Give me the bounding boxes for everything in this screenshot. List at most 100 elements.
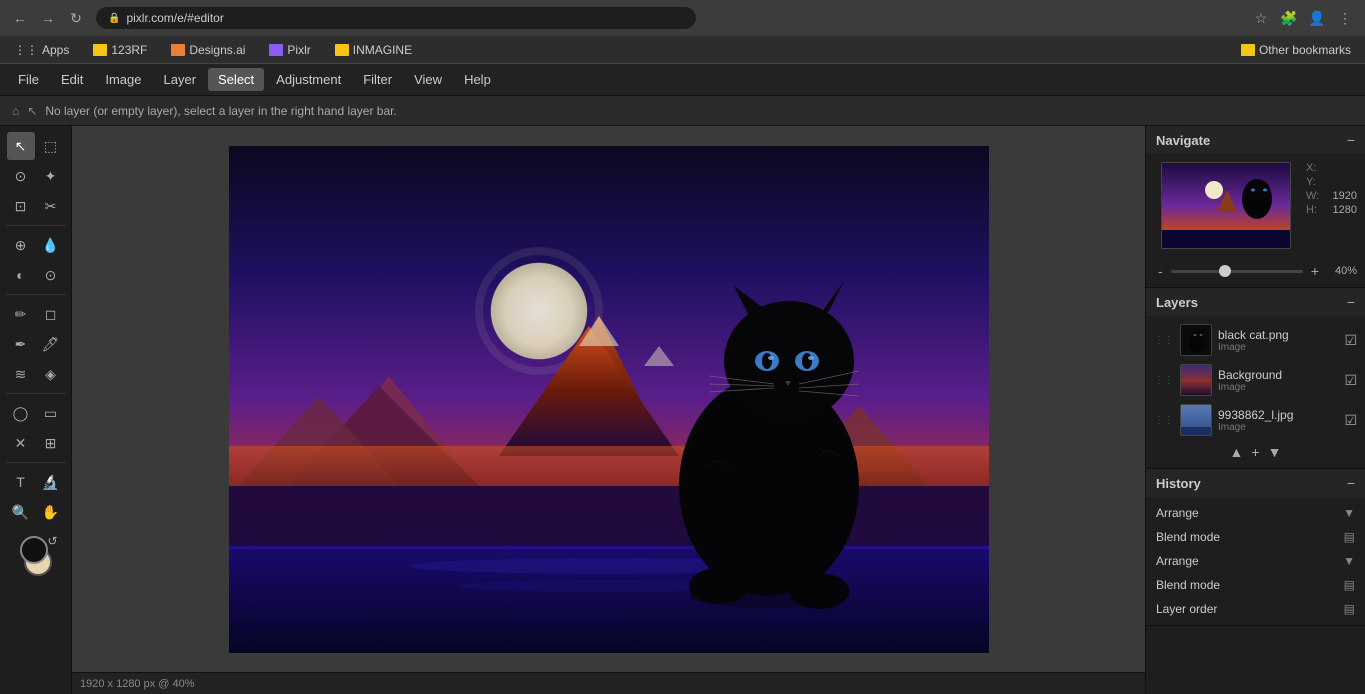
- history-label-layer-order: Layer order: [1156, 602, 1217, 616]
- color-reset-icon[interactable]: ↺: [47, 534, 57, 578]
- navigate-thumbnail: [1161, 162, 1291, 249]
- history-item-blend-mode-2[interactable]: Blend mode ▤: [1146, 573, 1365, 597]
- history-collapse-button[interactable]: −: [1347, 475, 1355, 491]
- bookmark-apps[interactable]: ⋮⋮ Apps: [8, 41, 75, 59]
- history-item-layer-order[interactable]: Layer order ▤: [1146, 597, 1365, 621]
- apps-icon: ⋮⋮: [14, 43, 38, 57]
- move-layer-up-button[interactable]: ▲: [1230, 444, 1244, 460]
- menu-filter[interactable]: Filter: [353, 68, 402, 91]
- menu-select[interactable]: Select: [208, 68, 264, 91]
- shape-tool[interactable]: ◯: [7, 399, 35, 427]
- history-blend-icon-2: ▤: [1344, 578, 1355, 592]
- back-button[interactable]: ←: [8, 6, 32, 30]
- menu-image[interactable]: Image: [95, 68, 151, 91]
- move-layer-down-button[interactable]: ▼: [1268, 444, 1282, 460]
- menu-file[interactable]: File: [8, 68, 49, 91]
- canvas-area[interactable]: [72, 126, 1145, 672]
- coords-info: X: Y: W: 1920 H: 1280: [1306, 162, 1357, 216]
- history-item-arrange-1[interactable]: Arrange ▼: [1146, 501, 1365, 525]
- zoom-out-button[interactable]: -: [1154, 263, 1167, 279]
- menu-adjustment[interactable]: Adjustment: [266, 68, 351, 91]
- text-tool[interactable]: T: [7, 468, 35, 496]
- zoom-slider[interactable]: [1171, 270, 1303, 273]
- layer-item-background[interactable]: ⋮⋮ Background Image ☑: [1146, 360, 1365, 400]
- history-content: Arrange ▼ Blend mode ▤ Arrange ▼ Blend m…: [1146, 497, 1365, 625]
- history-item-blend-mode-1[interactable]: Blend mode ▤: [1146, 525, 1365, 549]
- clone-tool[interactable]: 💧: [37, 231, 65, 259]
- address-bar[interactable]: 🔒 pixlr.com/e/#editor: [96, 7, 696, 29]
- layer-actions: ▲ + ▼: [1146, 440, 1365, 464]
- history-arrange-icon-1: ▼: [1343, 506, 1355, 520]
- folder-icon: [269, 44, 283, 56]
- y-value: [1333, 176, 1357, 188]
- menu-view[interactable]: View: [404, 68, 452, 91]
- eyedropper-tool[interactable]: 🔬: [37, 468, 65, 496]
- separator-3: [6, 393, 66, 394]
- color-swatches: ↺: [16, 536, 56, 576]
- menu-edit[interactable]: Edit: [51, 68, 93, 91]
- w-label: W:: [1306, 190, 1326, 202]
- pen-tool[interactable]: 🖊: [37, 330, 65, 358]
- rect-shape-tool[interactable]: ▭: [37, 399, 65, 427]
- star-button[interactable]: ☆: [1249, 6, 1273, 30]
- separator-4: [6, 462, 66, 463]
- zoom-in-button[interactable]: +: [1307, 263, 1323, 279]
- layer-thumbnail-black-cat: [1180, 324, 1212, 356]
- layer-thumbnail-landscape: [1180, 404, 1212, 436]
- layer-thumbnail-background: [1180, 364, 1212, 396]
- blur-tool[interactable]: ≋: [7, 360, 35, 388]
- brush-tool[interactable]: ✏: [7, 300, 35, 328]
- history-item-arrange-2[interactable]: Arrange ▼: [1146, 549, 1365, 573]
- w-value: 1920: [1333, 190, 1357, 202]
- reload-button[interactable]: ↻: [64, 6, 88, 30]
- pencil-tool[interactable]: ✒: [7, 330, 35, 358]
- stamp-tool[interactable]: ✕: [7, 429, 35, 457]
- select-tool[interactable]: ↖: [7, 132, 35, 160]
- zoom-tool[interactable]: 🔍: [7, 498, 35, 526]
- foreground-color[interactable]: [20, 536, 48, 564]
- separator-1: [6, 225, 66, 226]
- heal-tool[interactable]: ⊕: [7, 231, 35, 259]
- wrap-tool[interactable]: ⊞: [37, 429, 65, 457]
- marquee-tool[interactable]: ⬚: [37, 132, 65, 160]
- menu-help[interactable]: Help: [454, 68, 501, 91]
- scissors-tool[interactable]: ✂: [37, 192, 65, 220]
- magic-wand-tool[interactable]: ✦: [37, 162, 65, 190]
- history-arrange-icon-2: ▼: [1343, 554, 1355, 568]
- bookmark-designs-ai[interactable]: Designs.ai: [165, 41, 251, 59]
- history-section: History − Arrange ▼ Blend mode ▤ Arrange…: [1146, 469, 1365, 626]
- forward-button[interactable]: →: [36, 6, 60, 30]
- menu-button[interactable]: ⋮: [1333, 6, 1357, 30]
- lasso-tool[interactable]: ⊙: [7, 162, 35, 190]
- dodge-tool[interactable]: ◐: [7, 261, 35, 289]
- zoom-control: - + 40%: [1154, 263, 1357, 279]
- other-bookmarks[interactable]: Other bookmarks: [1235, 41, 1357, 59]
- bookmark-inmagine-label: INMAGINE: [353, 43, 412, 57]
- navigate-collapse-button[interactable]: −: [1347, 132, 1355, 148]
- bookmark-pixlr[interactable]: Pixlr: [263, 41, 316, 59]
- menu-layer[interactable]: Layer: [154, 68, 207, 91]
- layer-item-black-cat[interactable]: ⋮⋮ black cat.png Image ☑: [1146, 320, 1365, 360]
- browser-toolbar: ← → ↻ 🔒 pixlr.com/e/#editor ☆ 🧩 👤 ⋮: [0, 0, 1365, 36]
- add-layer-button[interactable]: +: [1251, 444, 1259, 460]
- layer-visible-black-cat[interactable]: ☑: [1344, 332, 1357, 349]
- other-bookmarks-label: Other bookmarks: [1259, 43, 1351, 57]
- burn-tool[interactable]: ⊙: [37, 261, 65, 289]
- crop-tool[interactable]: ⊡: [7, 192, 35, 220]
- layers-collapse-button[interactable]: −: [1347, 294, 1355, 310]
- eraser-tool[interactable]: ◻: [37, 300, 65, 328]
- folder-icon: [335, 44, 349, 56]
- extension-button[interactable]: 🧩: [1277, 6, 1301, 30]
- hand-tool[interactable]: ✋: [37, 498, 65, 526]
- history-title: History: [1156, 476, 1201, 491]
- layer-item-landscape[interactable]: ⋮⋮ 9938862_l.jpg Image ☑: [1146, 400, 1365, 440]
- sharpen-tool[interactable]: ◈: [37, 360, 65, 388]
- bookmarks-bar: ⋮⋮ Apps 123RF Designs.ai Pixlr INMAGINE …: [0, 36, 1365, 64]
- menu-bar: File Edit Image Layer Select Adjustment …: [0, 64, 1365, 96]
- layer-visible-landscape[interactable]: ☑: [1344, 412, 1357, 429]
- bookmark-inmagine[interactable]: INMAGINE: [329, 41, 418, 59]
- layer-visible-background[interactable]: ☑: [1344, 372, 1357, 389]
- profile-button[interactable]: 👤: [1305, 6, 1329, 30]
- bookmark-123rf[interactable]: 123RF: [87, 41, 153, 59]
- h-label: H:: [1306, 204, 1326, 216]
